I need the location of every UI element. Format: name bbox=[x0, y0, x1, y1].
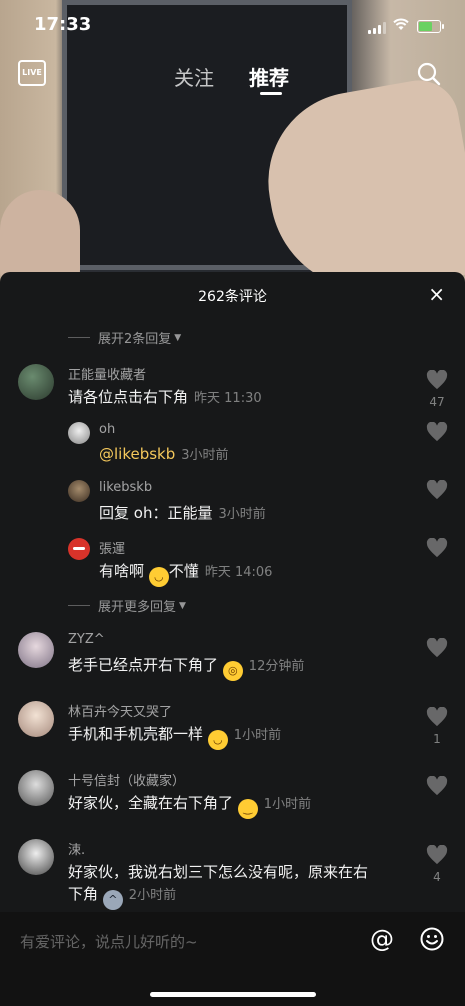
reply-username[interactable]: oh bbox=[99, 422, 115, 437]
avatar[interactable] bbox=[68, 538, 90, 560]
like-button[interactable]: 1 bbox=[425, 706, 449, 746]
cat-emoji-icon: ^ bbox=[102, 890, 123, 910]
comment-text: 手机和手机壳都一样 ◡ 1小时前 bbox=[68, 723, 281, 750]
avatar[interactable] bbox=[68, 480, 90, 502]
status-bar: 17:33 bbox=[0, 14, 465, 40]
emoji-icon[interactable] bbox=[420, 927, 444, 951]
comment-time: 1小时前 bbox=[263, 797, 312, 812]
reply-body-end: 不懂 bbox=[168, 562, 199, 580]
avatar[interactable] bbox=[68, 422, 90, 444]
video-frame[interactable] bbox=[0, 0, 465, 290]
chevron-down-icon: ▼ bbox=[174, 332, 182, 343]
comment-time: 2小时前 bbox=[128, 888, 177, 903]
heart-icon bbox=[426, 844, 448, 865]
laugh-emoji-icon: ◡ bbox=[207, 730, 228, 750]
reply-text: 有啥啊 ◡ 不懂 昨天 14:06 bbox=[99, 560, 272, 587]
expand-replies-label: 展开2条回复 bbox=[98, 332, 172, 347]
heart-icon bbox=[426, 479, 448, 500]
reply-time: 昨天 14:06 bbox=[204, 565, 273, 580]
heart-icon bbox=[426, 421, 448, 442]
avatar[interactable] bbox=[18, 839, 54, 875]
comment-time: 1小时前 bbox=[233, 728, 282, 743]
reply-time: 3小时前 bbox=[218, 507, 266, 522]
reply-text: @likebskb 3小时前 bbox=[99, 444, 229, 463]
heart-icon bbox=[426, 775, 448, 796]
like-button[interactable] bbox=[425, 421, 449, 446]
like-button[interactable] bbox=[425, 637, 449, 662]
like-count: 47 bbox=[429, 395, 445, 409]
comment-username[interactable]: ZYZ^ bbox=[68, 632, 105, 647]
reply-username[interactable]: 張運 bbox=[99, 538, 125, 557]
like-count: 4 bbox=[433, 870, 441, 884]
signal-icon bbox=[368, 22, 388, 34]
home-indicator bbox=[150, 992, 316, 997]
comment-username[interactable]: 正能量收藏者 bbox=[68, 364, 146, 383]
comment-body: 好家伙，全藏在右下角了 bbox=[68, 794, 234, 812]
comment-username[interactable]: 十号信封（收藏家） bbox=[68, 770, 185, 789]
comment-text: 好家伙，全藏在右下角了 ‿ 1小时前 bbox=[68, 792, 311, 819]
reply-username[interactable]: likebskb bbox=[99, 480, 152, 495]
like-button[interactable] bbox=[425, 537, 449, 562]
heart-icon bbox=[426, 537, 448, 558]
reply-text: 回复 oh：正能量 3小时前 bbox=[99, 502, 266, 523]
heart-icon bbox=[426, 706, 448, 727]
smirk-emoji-icon: ‿ bbox=[237, 799, 258, 819]
comment-text-line2: 下角 ^ 2小时前 bbox=[68, 883, 176, 910]
laugh-emoji-icon: ◡ bbox=[148, 567, 169, 587]
reply-body-start: 有啥啊 bbox=[99, 562, 145, 580]
battery-icon bbox=[417, 20, 444, 33]
comment-text: 请各位点击右下角 昨天 11:30 bbox=[68, 386, 262, 407]
heart-icon bbox=[426, 637, 448, 658]
status-time: 17:33 bbox=[34, 14, 92, 35]
comment-text: 老手已经点开右下角了 ◎ 12分钟前 bbox=[68, 654, 304, 681]
active-tab-indicator bbox=[260, 92, 282, 95]
search-icon[interactable] bbox=[417, 62, 441, 86]
comment-text-line1: 好家伙，我说右划三下怎么没有呢，原来在右 bbox=[68, 863, 369, 881]
like-button[interactable] bbox=[425, 479, 449, 504]
live-icon[interactable]: LIVE bbox=[18, 60, 46, 86]
reply-body: 回复 oh：正能量 bbox=[99, 504, 213, 522]
expand-replies-button[interactable]: 展开2条回复 ▼ bbox=[68, 328, 181, 347]
comment-body: 老手已经点开右下角了 bbox=[68, 656, 219, 674]
dizzy-emoji-icon: ◎ bbox=[222, 661, 243, 681]
comment-time: 12分钟前 bbox=[248, 659, 305, 674]
at-icon[interactable]: @ bbox=[370, 925, 394, 953]
comment-username[interactable]: 涑. bbox=[68, 839, 85, 858]
expand-more-label: 展开更多回复 bbox=[98, 600, 177, 615]
comment-body: 手机和手机壳都一样 bbox=[68, 725, 204, 743]
expand-more-replies-button[interactable]: 展开更多回复 ▼ bbox=[68, 596, 186, 615]
comment-username[interactable]: 林百卉今天又哭了 bbox=[68, 701, 172, 720]
avatar[interactable] bbox=[18, 770, 54, 806]
top-nav: LIVE 关注 推荐 bbox=[0, 58, 465, 98]
comments-count-title: 262条评论 bbox=[198, 289, 267, 305]
like-button[interactable]: 47 bbox=[425, 369, 449, 409]
avatar[interactable] bbox=[18, 364, 54, 400]
comment-input[interactable]: 有爱评论，说点儿好听的~ bbox=[20, 931, 198, 952]
avatar[interactable] bbox=[18, 632, 54, 668]
tab-follow[interactable]: 关注 bbox=[174, 62, 214, 91]
mention-link[interactable]: @likebskb bbox=[99, 445, 175, 463]
like-count: 1 bbox=[433, 732, 441, 746]
comment-time: 昨天 11:30 bbox=[194, 391, 262, 406]
reply-time: 3小时前 bbox=[181, 448, 229, 463]
wifi-icon bbox=[393, 18, 409, 30]
close-icon[interactable]: × bbox=[428, 284, 445, 304]
tab-recommend[interactable]: 推荐 bbox=[249, 62, 289, 91]
comment-body: 请各位点击右下角 bbox=[68, 388, 189, 406]
like-button[interactable]: 4 bbox=[425, 844, 449, 884]
comment-body: 下角 bbox=[68, 885, 99, 903]
comments-sheet: 262条评论 × 展开2条回复 ▼ 正能量收藏者 请各位点击右下角 昨天 11:30… bbox=[0, 272, 465, 912]
like-button[interactable] bbox=[425, 775, 449, 800]
avatar[interactable] bbox=[18, 701, 54, 737]
chevron-down-icon: ▼ bbox=[179, 600, 186, 611]
heart-icon bbox=[426, 369, 448, 390]
